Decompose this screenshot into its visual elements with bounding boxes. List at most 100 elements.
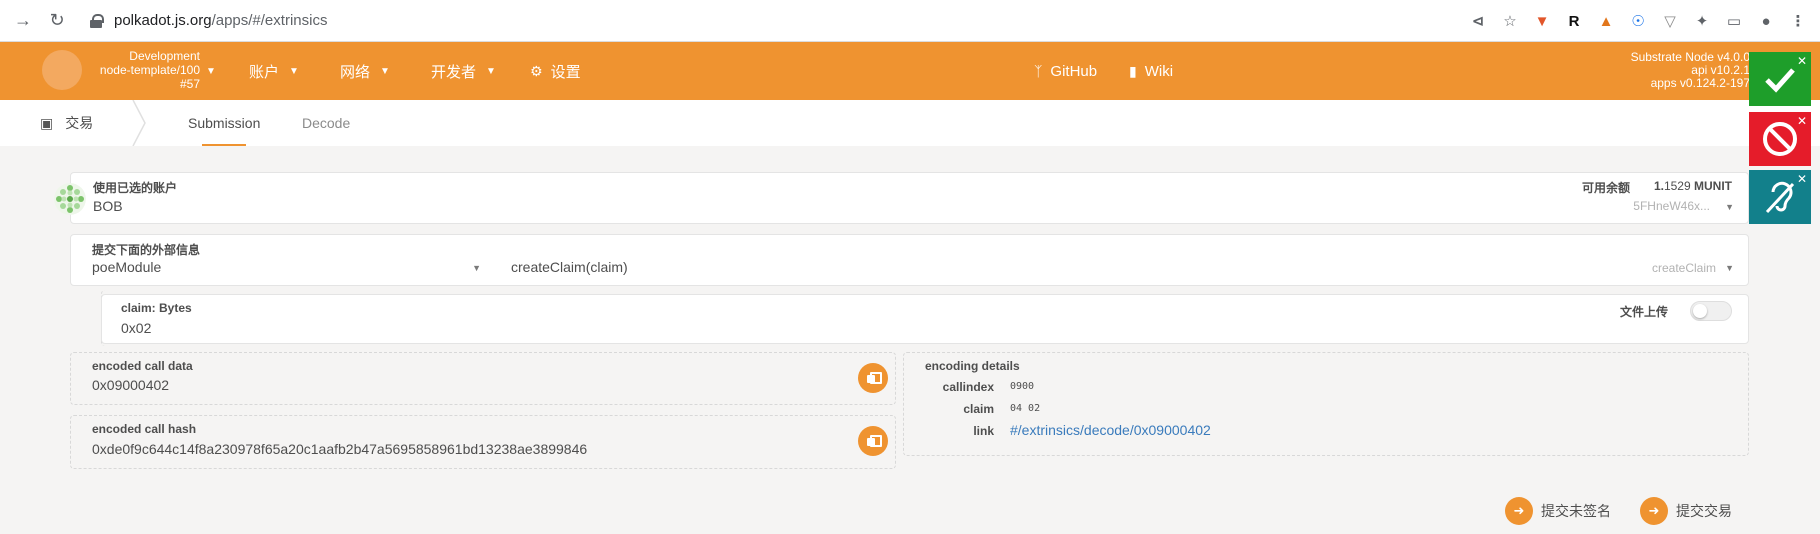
sidepanel-icon[interactable]: ▭ — [1720, 7, 1748, 35]
caret-down-icon: ▼ — [1725, 263, 1734, 273]
chain-type: Development — [129, 49, 200, 63]
close-icon[interactable]: ✕ — [1797, 172, 1807, 186]
menu-settings[interactable]: ⚙ 设置 — [530, 42, 581, 100]
copy-icon — [867, 372, 882, 384]
status-ok-button[interactable]: ✕ — [1749, 52, 1811, 106]
close-icon[interactable]: ✕ — [1797, 114, 1807, 128]
account-name: BOB — [93, 198, 123, 214]
chain-logo — [42, 50, 82, 90]
balance-int: 1. — [1653, 179, 1664, 193]
profile-avatar-icon[interactable]: ● — [1752, 7, 1780, 35]
close-icon[interactable]: ✕ — [1797, 54, 1807, 68]
copy-call-data-button[interactable] — [858, 363, 888, 393]
gear-icon: ⚙ — [530, 62, 543, 79]
section-title-label: 交易 — [65, 115, 94, 131]
caret-down-icon: ▼ — [472, 263, 481, 273]
wiki-link[interactable]: ▮ Wiki — [1129, 42, 1173, 100]
param-label: claim: Bytes — [121, 301, 192, 315]
status-block-button[interactable]: ✕ — [1749, 112, 1811, 166]
call-data-label: encoded call data — [92, 359, 193, 373]
code-branch-icon: ᛉ — [1034, 63, 1043, 79]
more-vert-icon[interactable]: ⋮ — [1784, 7, 1812, 35]
balance-frac: 1529 — [1663, 179, 1691, 193]
sign-in-icon: ➜ — [1640, 497, 1668, 525]
menu-developer[interactable]: 开发者 ▼ — [431, 42, 496, 100]
extrinsic-selector: 提交下面的外部信息 poeModule ▼ createClaim(claim)… — [70, 234, 1749, 286]
back-arrow-icon[interactable]: → — [6, 4, 40, 38]
encoding-details: encoding details callindex 0900 claim 04… — [903, 352, 1749, 456]
puzzle-icon[interactable]: ✦ — [1688, 7, 1716, 35]
balance-label: 可用余额 — [1581, 181, 1630, 195]
call-hint: createClaim — [1651, 261, 1716, 275]
status-accessibility-button[interactable]: ✕ — [1749, 170, 1811, 224]
menu-network[interactable]: 网络 ▼ — [340, 42, 390, 100]
browser-toolbar: → ↻ polkadot.js.org/apps/#/extrinsics ⊲ … — [0, 0, 1820, 42]
copy-call-hash-button[interactable] — [858, 426, 888, 456]
submit-unsigned-label: 提交未签名 — [1541, 503, 1611, 519]
account-selector[interactable]: 使用已选的账户 BOB 可用余额 1.1529 MUNIT 5FHneW46x.… — [70, 172, 1749, 224]
identicon-avatar — [54, 183, 86, 215]
caret-down-icon: ▼ — [380, 65, 390, 77]
menu-accounts[interactable]: 账户 ▼ — [249, 42, 299, 100]
claim-label: claim — [963, 402, 994, 416]
claim-value: 04 02 — [1010, 403, 1041, 414]
decode-link[interactable]: #/extrinsics/decode/0x09000402 — [1010, 422, 1211, 438]
metamask-fox-icon[interactable]: ▲ — [1592, 7, 1620, 35]
call-value: createClaim(claim) — [511, 259, 628, 275]
chevron-divider — [132, 100, 146, 146]
module-value: poeModule — [92, 259, 162, 275]
wifi-extension-icon[interactable]: ☉ — [1624, 7, 1652, 35]
call-hash-label: encoded call hash — [92, 422, 197, 436]
call-hash-value: 0xde0f9c644c14f8a230978f65a20c1aafb2b47a… — [92, 441, 588, 457]
call-dropdown[interactable]: createClaim(claim) createClaim ▼ — [491, 255, 1746, 285]
subheader: ▣ 交易 Submission Decode — [0, 100, 1820, 146]
app-header: Development node-template/100 #57 ▼ 账户 ▼ … — [0, 42, 1820, 100]
hearing-icon — [1765, 181, 1795, 214]
balance-value: 1.1529 MUNIT — [1654, 179, 1732, 193]
chain-block: #57 — [179, 77, 200, 91]
file-upload-label: 文件上传 — [1619, 305, 1668, 319]
caret-down-icon: ▼ — [1725, 202, 1734, 212]
book-icon: ▮ — [1129, 62, 1137, 79]
share-icon[interactable]: ⊲ — [1464, 7, 1492, 35]
github-label: GitHub — [1050, 62, 1098, 80]
param-input[interactable]: 0x02 — [121, 320, 151, 336]
chain-name: node-template/100 — [99, 63, 200, 77]
apps-version: apps v0.124.2-197 — [1650, 76, 1750, 90]
file-upload-toggle[interactable] — [1690, 301, 1732, 321]
chain-selector[interactable]: Development node-template/100 #57 — [90, 49, 200, 91]
submit-unsigned-button[interactable]: ➜ 提交未签名 — [1505, 496, 1611, 526]
caret-down-icon: ▼ — [486, 65, 496, 77]
github-link[interactable]: ᛉ GitHub — [1034, 42, 1097, 100]
sign-in-icon: ➜ — [1505, 497, 1533, 525]
section-title: ▣ 交易 — [40, 100, 93, 146]
balance-unit: MUNIT — [1694, 179, 1732, 193]
menu-label: 网络 — [340, 63, 371, 81]
lock-icon — [90, 13, 104, 28]
wiki-label: Wiki — [1144, 62, 1174, 80]
inbox-icon: ▣ — [40, 114, 54, 131]
v-extension-icon[interactable]: ▽ — [1656, 7, 1684, 35]
menu-label: 设置 — [550, 63, 581, 81]
star-icon[interactable]: ☆ — [1496, 7, 1524, 35]
reload-icon[interactable]: ↻ — [40, 4, 74, 38]
tab-decode[interactable]: Decode — [302, 100, 350, 146]
address-bar[interactable]: polkadot.js.org/apps/#/extrinsics — [78, 4, 327, 38]
tab-submission[interactable]: Submission — [188, 100, 260, 146]
brave-extension-icon[interactable]: ▼ — [1528, 7, 1556, 35]
caret-down-icon: ▼ — [289, 65, 299, 77]
module-dropdown[interactable]: poeModule ▼ — [71, 255, 481, 285]
encoded-call-data: encoded call data 0x09000402 — [70, 352, 896, 405]
submit-transaction-button[interactable]: ➜ 提交交易 — [1640, 496, 1732, 526]
copy-icon — [867, 435, 882, 447]
active-tab-indicator — [202, 144, 246, 146]
account-address: 5FHneW46x... — [1633, 199, 1710, 213]
check-icon — [1765, 68, 1795, 93]
chain-caret-icon[interactable]: ▼ — [206, 66, 216, 77]
link-label: link — [973, 424, 994, 438]
callindex-value: 0900 — [1010, 381, 1035, 392]
menu-label: 账户 — [249, 63, 280, 81]
prohibited-icon — [1763, 122, 1797, 156]
r-extension-icon[interactable]: R — [1560, 7, 1588, 35]
callindex-label: callindex — [942, 380, 994, 394]
